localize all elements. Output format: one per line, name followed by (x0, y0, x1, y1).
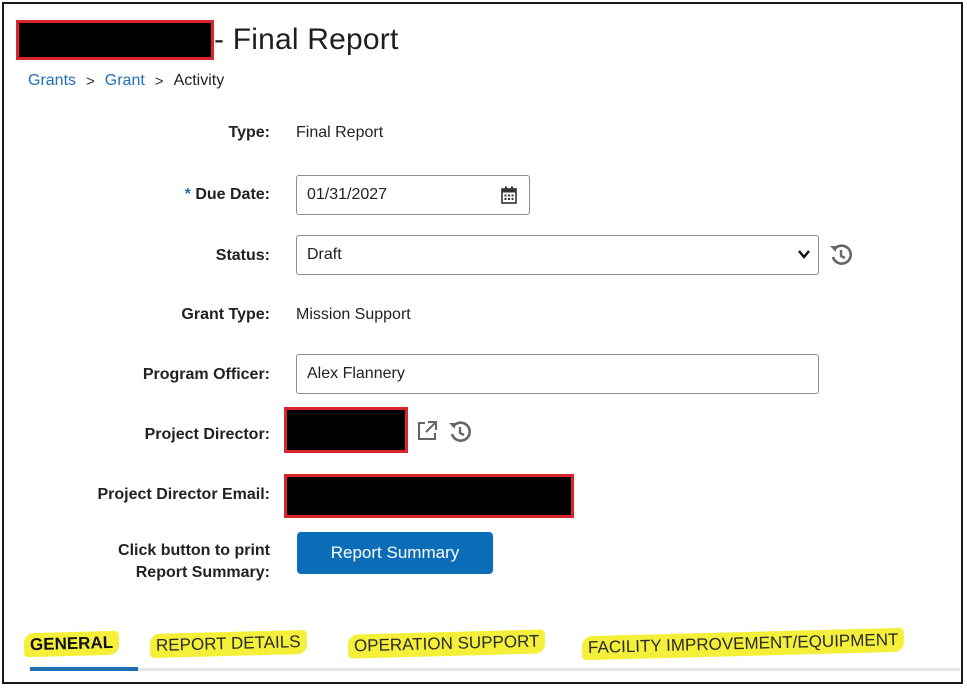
report-summary-button[interactable]: Report Summary (297, 532, 493, 574)
external-link-icon[interactable] (414, 418, 440, 444)
grant-type-value: Mission Support (296, 306, 411, 323)
page-title: - Final Report (214, 23, 399, 56)
tab-facility-improvement-equipment-label: FACILITY IMPROVEMENT/EQUIPMENT (581, 627, 905, 661)
calendar-icon[interactable] (501, 186, 517, 204)
print-summary-label: Click button to print Report Summary: (118, 540, 270, 584)
tab-facility-improvement-equipment[interactable]: FACILITY IMPROVEMENT/EQUIPMENT (581, 627, 905, 661)
due-date-label-text: Due Date: (195, 186, 270, 203)
grant-type-label: Grant Type: (181, 306, 270, 323)
status-history-icon[interactable] (826, 240, 856, 270)
tab-general[interactable]: GENERAL (23, 630, 120, 658)
type-label: Type: (228, 124, 270, 141)
print-summary-label-line1: Click button to print (118, 542, 270, 559)
breadcrumb-separator: > (86, 72, 95, 90)
due-date-value: 01/31/2027 (307, 186, 388, 203)
tab-operation-support[interactable]: OPERATION SUPPORT (347, 629, 546, 659)
print-summary-label-line2: Report Summary: (135, 564, 270, 581)
tab-general-label: GENERAL (23, 630, 120, 658)
redacted-project-director (284, 407, 408, 453)
project-director-history-icon[interactable] (445, 417, 475, 447)
due-date-input[interactable]: 01/31/2027 (296, 175, 530, 215)
project-director-email-label: Project Director Email: (97, 486, 271, 503)
status-select[interactable]: Draft (296, 235, 819, 275)
breadcrumb-grant[interactable]: Grant (105, 72, 145, 90)
program-officer-value: Alex Flannery (307, 365, 405, 382)
program-officer-input[interactable]: Alex Flannery (296, 354, 819, 394)
chevron-down-icon (798, 246, 810, 264)
tab-report-details-label: REPORT DETAILS (149, 629, 307, 659)
program-officer-label: Program Officer: (142, 366, 270, 383)
tab-underline-track (30, 668, 960, 671)
breadcrumb-grants[interactable]: Grants (28, 72, 76, 90)
tab-active-indicator (30, 667, 138, 671)
tab-report-details[interactable]: REPORT DETAILS (149, 629, 307, 659)
page-frame: - Final Report Grants > Grant > Activity… (2, 2, 963, 684)
breadcrumb-activity: Activity (173, 72, 225, 89)
redacted-project-director-email (284, 474, 574, 518)
breadcrumb: Grants > Grant > Activity (28, 72, 224, 90)
page-title-row: - Final Report (16, 18, 399, 62)
project-director-label: Project Director: (144, 426, 270, 443)
status-label: Status: (215, 247, 270, 264)
tab-operation-support-label: OPERATION SUPPORT (347, 629, 546, 659)
due-date-label: * Due Date: (185, 185, 270, 205)
type-value: Final Report (296, 124, 384, 141)
required-marker: * (184, 186, 191, 203)
breadcrumb-separator: > (154, 72, 164, 90)
status-selected-value: Draft (307, 246, 342, 263)
tab-bar: GENERAL REPORT DETAILS OPERATION SUPPORT… (22, 624, 962, 672)
redacted-title-block (16, 20, 214, 60)
